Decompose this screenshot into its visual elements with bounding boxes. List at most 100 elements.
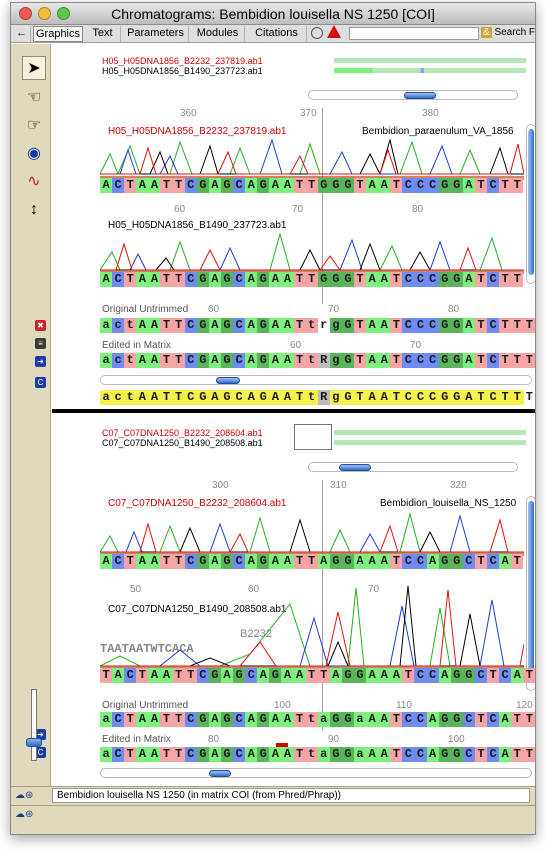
base-cell[interactable]: G (220, 747, 234, 762)
base-cell[interactable]: T (474, 178, 487, 193)
base-cell[interactable]: C (233, 712, 246, 727)
base-cell[interactable]: C (402, 178, 415, 193)
base-cell[interactable]: t (124, 390, 136, 405)
tab-text[interactable]: Text (85, 26, 121, 42)
base-cell[interactable]: a (100, 353, 113, 368)
zoom-slider-track[interactable] (31, 689, 37, 761)
base-cell[interactable]: C (184, 272, 197, 287)
consensus-icon[interactable]: C (35, 377, 46, 388)
base-cell[interactable]: A (366, 178, 379, 193)
base-cell[interactable]: A (257, 668, 270, 683)
base-cell[interactable]: G (220, 318, 234, 333)
base-cell[interactable]: G (450, 668, 463, 683)
base-cell[interactable]: A (148, 353, 161, 368)
zoom-window-button[interactable] (57, 7, 70, 20)
base-cell[interactable]: T (487, 668, 500, 683)
base-cell[interactable]: G (257, 712, 270, 727)
base-cell[interactable]: A (511, 668, 524, 683)
base-cell[interactable]: T (499, 390, 511, 405)
base-cell[interactable]: C (414, 353, 427, 368)
base-cell[interactable]: C (487, 390, 499, 405)
base-cell[interactable]: A (281, 390, 293, 405)
base-cell[interactable]: A (281, 353, 294, 368)
base-cell[interactable]: c (112, 353, 125, 368)
base-cell[interactable]: G (341, 554, 354, 569)
base-cell[interactable]: T (474, 747, 487, 762)
base-cell[interactable]: G (208, 668, 221, 683)
base-cell[interactable]: C (414, 554, 427, 569)
horizontal-scrollbar[interactable] (308, 90, 518, 100)
base-cell[interactable]: A (148, 272, 161, 287)
base-cell[interactable]: A (269, 272, 282, 287)
base-cell[interactable]: A (378, 178, 391, 193)
base-cell[interactable]: G (220, 272, 234, 287)
base-cell[interactable]: a (100, 390, 112, 405)
base-cell[interactable]: C (414, 712, 427, 727)
base-cell[interactable]: A (378, 668, 391, 683)
base-cell[interactable]: C (184, 554, 197, 569)
base-cell[interactable]: T (100, 668, 113, 683)
base-cell[interactable]: A (293, 668, 306, 683)
base-cell[interactable]: C (233, 272, 246, 287)
base-cell[interactable]: A (499, 712, 512, 727)
base-cell[interactable]: A (269, 390, 281, 405)
base-cell[interactable]: A (136, 353, 149, 368)
base-cell[interactable]: C (402, 318, 415, 333)
base-cell[interactable]: T (390, 390, 402, 405)
base-cell[interactable]: C (196, 668, 209, 683)
base-cell[interactable]: R (317, 390, 330, 405)
base-cell[interactable]: A (366, 747, 379, 762)
base-cell[interactable]: G (450, 353, 463, 368)
arrow-tool-icon[interactable]: ➤ (22, 56, 46, 80)
base-cell[interactable]: T (499, 318, 512, 333)
base-cell[interactable]: A (281, 747, 294, 762)
base-cell[interactable]: t (124, 353, 137, 368)
base-cell[interactable]: G (329, 712, 342, 727)
tab-graphics[interactable]: Graphics (33, 26, 83, 42)
base-cell[interactable]: A (426, 712, 439, 727)
base-cell[interactable]: T (475, 390, 487, 405)
base-cell[interactable]: G (438, 272, 451, 287)
base-cell[interactable]: C (112, 554, 125, 569)
base-cell[interactable]: C (184, 712, 197, 727)
base-cell[interactable]: A (209, 390, 221, 405)
base-cell[interactable]: T (353, 353, 367, 368)
base-cell[interactable]: A (208, 712, 221, 727)
base-cell[interactable]: A (269, 178, 282, 193)
base-cell[interactable]: a (353, 712, 367, 727)
base-cell[interactable]: A (281, 554, 294, 569)
base-cell[interactable]: T (160, 272, 173, 287)
base-cell[interactable]: A (281, 712, 294, 727)
base-cell[interactable]: G (196, 747, 209, 762)
base-cell[interactable]: A (148, 747, 161, 762)
base-cell[interactable]: T (499, 178, 512, 193)
hand-right-tool-icon[interactable]: ☞ (22, 114, 46, 138)
base-cell[interactable]: C (112, 747, 125, 762)
base-cell[interactable]: T (390, 178, 403, 193)
base-cell[interactable]: G (341, 318, 354, 333)
base-cell[interactable]: C (462, 554, 475, 569)
base-cell[interactable]: G (438, 178, 451, 193)
base-cell[interactable]: C (233, 390, 245, 405)
base-cell[interactable]: T (294, 390, 306, 405)
base-cell[interactable]: G (341, 747, 354, 762)
base-cell[interactable]: A (245, 272, 258, 287)
base-cell[interactable]: t (306, 390, 318, 405)
base-cell[interactable]: A (136, 747, 149, 762)
base-cell[interactable]: A (463, 390, 475, 405)
base-cell[interactable]: A (112, 668, 125, 683)
base-cell[interactable]: T (172, 747, 185, 762)
base-cell[interactable]: T (390, 318, 403, 333)
base-cell[interactable]: G (450, 747, 463, 762)
base-cell[interactable]: G (341, 712, 354, 727)
base-cell[interactable]: C (184, 353, 197, 368)
warning-icon[interactable] (327, 25, 341, 38)
base-cell[interactable]: T (511, 747, 524, 762)
base-cell[interactable]: A (136, 712, 149, 727)
base-cell[interactable]: T (172, 353, 185, 368)
base-cell[interactable]: T (474, 554, 487, 569)
base-cell[interactable]: T (172, 554, 185, 569)
base-cell[interactable]: T (293, 272, 306, 287)
base-cell[interactable]: A (136, 318, 149, 333)
base-cell[interactable]: C (184, 178, 197, 193)
